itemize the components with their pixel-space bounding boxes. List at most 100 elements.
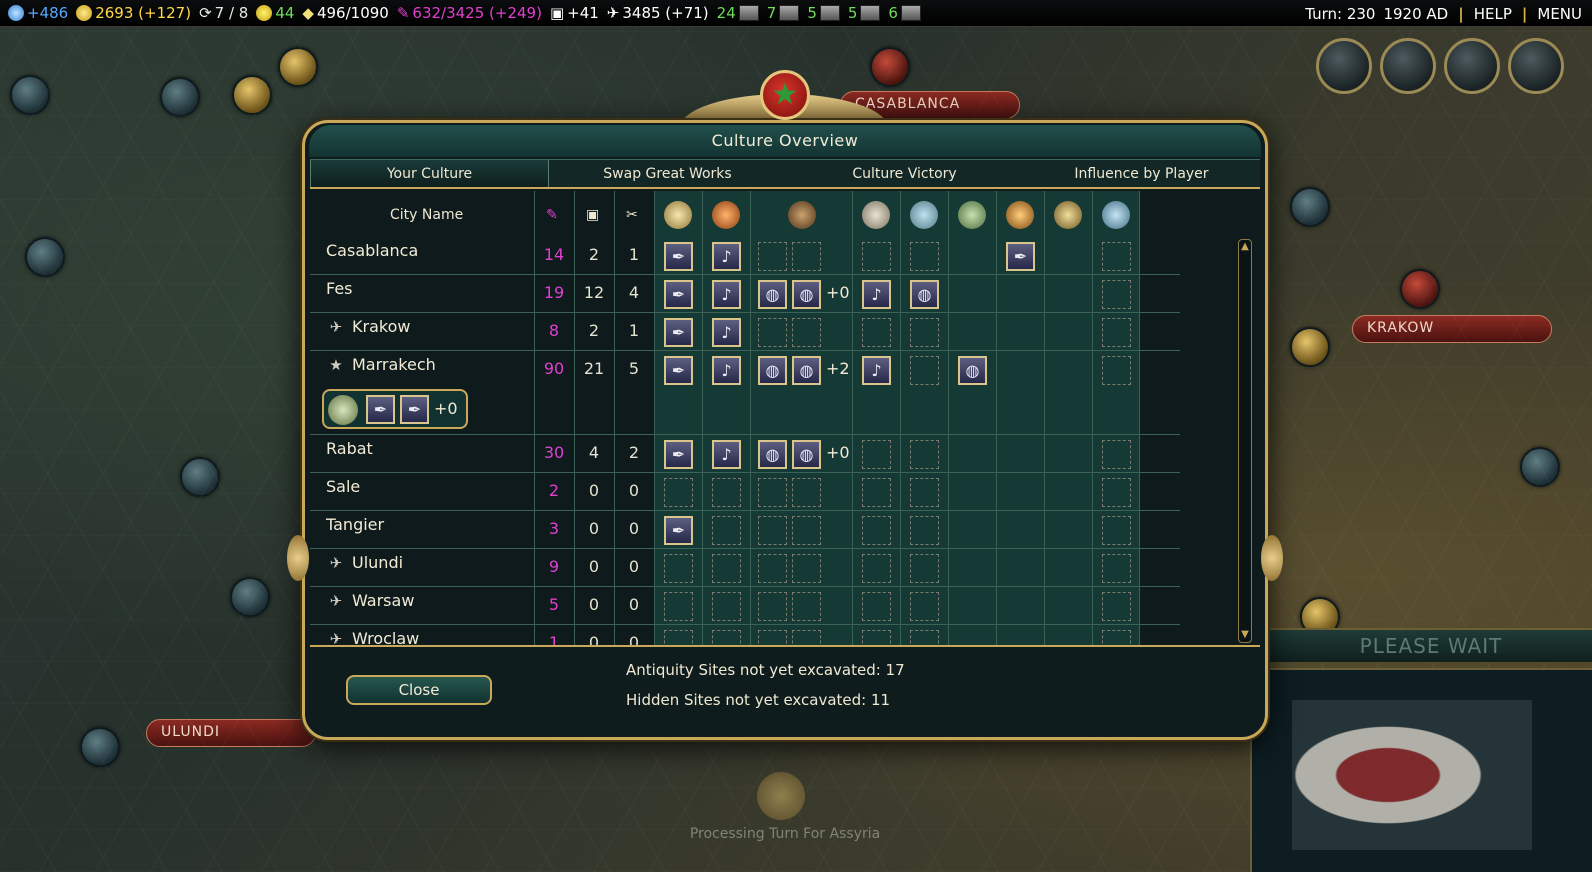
art-slot[interactable] — [792, 478, 821, 507]
art-slot[interactable]: ◍ — [758, 280, 787, 309]
music-slot[interactable]: ♪ — [712, 356, 741, 385]
great-work-slot[interactable] — [862, 440, 891, 469]
city-banner-krakow[interactable]: KRAKOW — [1352, 315, 1552, 343]
advisor-button[interactable] — [1316, 38, 1372, 94]
great-work-slot[interactable] — [1102, 554, 1131, 583]
great-work-slot[interactable] — [1102, 630, 1131, 645]
tab-your-culture[interactable]: Your Culture — [310, 160, 549, 187]
amphitheater-icon[interactable] — [664, 201, 692, 229]
table-row[interactable]: ✈ Wroclaw 1 0 0 — [310, 625, 1180, 645]
great-work-slot[interactable] — [1102, 356, 1131, 385]
art-slot[interactable]: ◍ — [910, 280, 939, 309]
unit-icon[interactable] — [1400, 269, 1440, 309]
great-work-slot[interactable] — [862, 318, 891, 347]
scrollbar[interactable]: ▲ ▼ — [1238, 239, 1252, 643]
art-slot[interactable] — [792, 516, 821, 545]
art-slot[interactable]: ◍ — [758, 440, 787, 469]
great-work-slot[interactable] — [862, 516, 891, 545]
music-slot[interactable]: ♪ — [712, 440, 741, 469]
menu-button[interactable]: MENU — [1537, 5, 1582, 23]
great-work-slot[interactable] — [862, 554, 891, 583]
writing-slot[interactable]: ✒ — [664, 318, 693, 347]
gold-stat[interactable]: 2693 (+127) — [76, 4, 191, 22]
writing-slot[interactable]: ✒ — [1006, 242, 1035, 271]
art-slot[interactable] — [792, 242, 821, 271]
art-slot[interactable] — [758, 242, 787, 271]
writing-slot[interactable]: ✒ — [664, 280, 693, 309]
music-slot[interactable] — [712, 592, 741, 621]
culture-stat[interactable]: ✎ 632/3425 (+249) — [397, 4, 542, 22]
great-work-slot[interactable] — [910, 356, 939, 385]
unit-icon[interactable] — [870, 47, 910, 87]
table-row[interactable]: ✈ Krakow 8 2 1 ✒ ♪ — [310, 313, 1180, 351]
table-row[interactable]: Sale 2 0 0 — [310, 473, 1180, 511]
resource-stat-a[interactable]: 5 — [848, 4, 881, 22]
table-row[interactable]: ✈ Warsaw 5 0 0 — [310, 587, 1180, 625]
great-work-slot[interactable] — [910, 440, 939, 469]
art-slot[interactable]: ◍ — [792, 356, 821, 385]
art-slot[interactable]: ◍ — [958, 356, 987, 385]
museum-icon[interactable] — [788, 201, 816, 229]
column-city-name[interactable]: City Name — [390, 207, 463, 223]
art-slot[interactable]: ◍ — [792, 440, 821, 469]
great-works-column-icon[interactable]: ✂ — [626, 207, 638, 223]
music-slot[interactable] — [712, 630, 741, 645]
please-wait-button[interactable]: PLEASE WAIT — [1270, 628, 1592, 662]
great-artist-stat[interactable]: 7 — [767, 4, 800, 22]
great-work-slot[interactable] — [1102, 242, 1131, 271]
wonder-icon-b[interactable] — [958, 201, 986, 229]
close-button[interactable]: Close — [346, 675, 492, 705]
influence-stat[interactable]: ✈ 3485 (+71) — [607, 4, 709, 22]
great-work-slot[interactable] — [1102, 440, 1131, 469]
art-slot[interactable]: ◍ — [758, 356, 787, 385]
art-slot[interactable] — [758, 318, 787, 347]
writing-slot[interactable] — [664, 554, 693, 583]
tab-culture-victory[interactable]: Culture Victory — [786, 160, 1023, 187]
great-work-slot[interactable] — [1102, 516, 1131, 545]
great-work-slot[interactable] — [862, 478, 891, 507]
great-work-slot[interactable] — [910, 554, 939, 583]
art-slot[interactable] — [758, 516, 787, 545]
great-work-slot[interactable] — [910, 516, 939, 545]
scroll-up-icon[interactable]: ▲ — [1239, 240, 1251, 254]
wonder-icon-e[interactable] — [1102, 201, 1130, 229]
broadcast-tower-icon[interactable] — [862, 201, 890, 229]
writing-slot[interactable] — [664, 630, 693, 645]
culture-column-icon[interactable]: ✎ — [546, 207, 558, 223]
wonder-icon-d[interactable] — [1054, 201, 1082, 229]
table-row[interactable]: Rabat 30 4 2 ✒ ♪ ◍ ◍ +0 — [310, 435, 1180, 473]
music-slot[interactable]: ♪ — [712, 318, 741, 347]
table-row[interactable]: Casablanca 14 2 1 ✒ ♪ ✒ — [310, 237, 1180, 275]
great-work-slot[interactable] — [862, 592, 891, 621]
great-work-slot[interactable] — [862, 242, 891, 271]
city-banner-ulundi[interactable]: ULUNDI — [146, 719, 316, 747]
music-slot[interactable]: ♪ — [862, 280, 891, 309]
great-work-slot[interactable] — [910, 318, 939, 347]
art-slot[interactable] — [792, 318, 821, 347]
great-work-slot[interactable] — [1102, 592, 1131, 621]
writing-slot[interactable]: ✒ — [366, 395, 395, 424]
great-work-slot[interactable] — [1102, 318, 1131, 347]
art-slot[interactable]: ◍ — [792, 280, 821, 309]
tab-swap-great-works[interactable]: Swap Great Works — [549, 160, 786, 187]
happiness-stat[interactable]: 44 — [256, 4, 294, 22]
music-slot[interactable] — [712, 478, 741, 507]
writing-slot[interactable]: ✒ — [664, 516, 693, 545]
science-stat[interactable]: +486 — [8, 4, 68, 22]
music-slot[interactable]: ♪ — [712, 242, 741, 271]
civilopedia-button[interactable] — [1444, 38, 1500, 94]
great-work-slot[interactable] — [910, 242, 939, 271]
table-row[interactable]: ✈ Ulundi 9 0 0 — [310, 549, 1180, 587]
tourism-stat[interactable]: ▣ +41 — [550, 4, 599, 22]
writing-slot[interactable] — [664, 478, 693, 507]
wonder-great-works-box[interactable]: ✒ ✒ +0 — [322, 389, 468, 429]
writing-slot[interactable]: ✒ — [400, 395, 429, 424]
table-row[interactable]: Tangier 3 0 0 ✒ — [310, 511, 1180, 549]
art-slot[interactable] — [792, 630, 821, 645]
art-slot[interactable] — [758, 630, 787, 645]
minimap[interactable] — [1250, 668, 1592, 872]
writing-slot[interactable]: ✒ — [664, 440, 693, 469]
trade-route-stat[interactable]: ⟳ 7 / 8 — [199, 4, 248, 22]
art-slot[interactable] — [758, 478, 787, 507]
opera-house-icon[interactable] — [712, 201, 740, 229]
